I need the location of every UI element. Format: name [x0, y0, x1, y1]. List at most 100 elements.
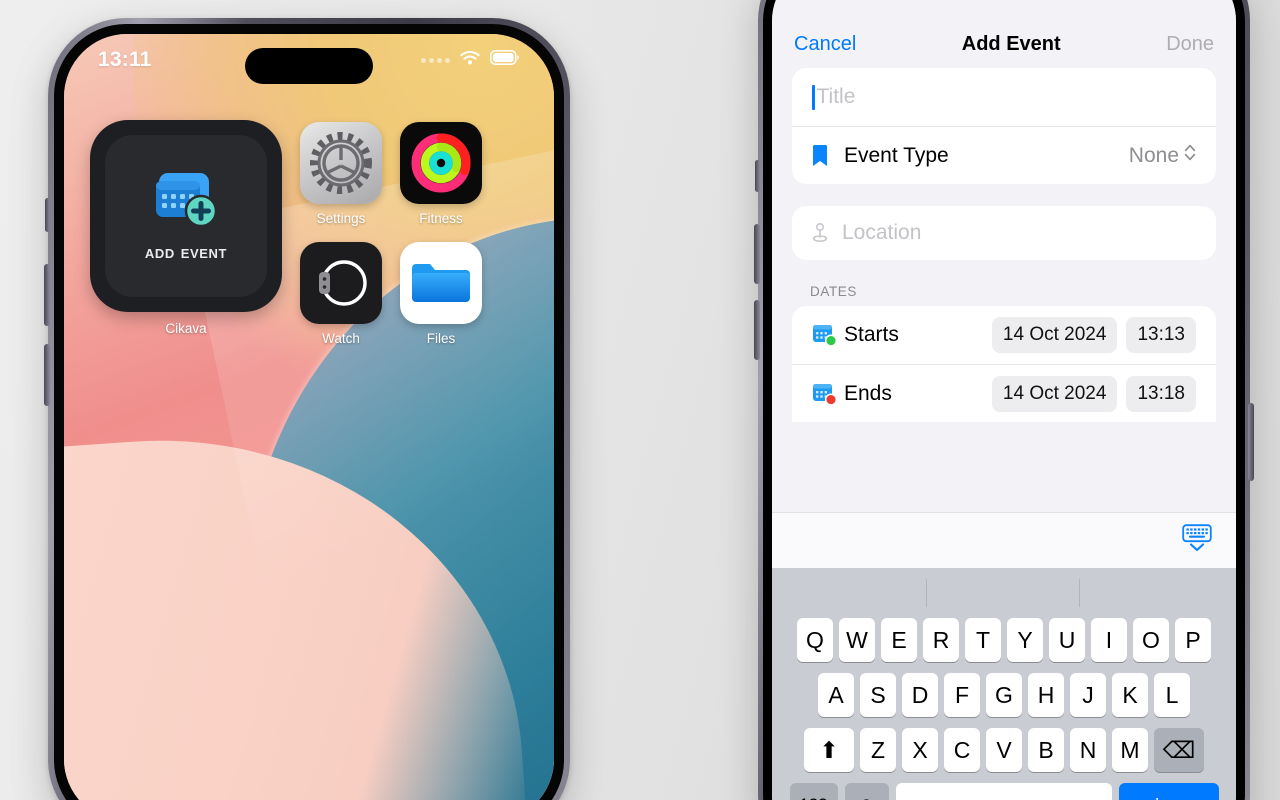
key-e[interactable]: E [881, 618, 917, 662]
numbers-key[interactable]: 123 [789, 783, 838, 800]
fitness-rings-icon [400, 122, 482, 204]
right-phone-bezel: Cancel Add Event Done Title Event Type N… [763, 0, 1245, 800]
dates-section-header: DATES [810, 284, 858, 299]
key-a[interactable]: A [818, 673, 854, 717]
starts-time-button[interactable]: 13:13 [1126, 317, 1196, 353]
keyboard-accessory-bar [772, 512, 1236, 568]
home-screen-grid: Add Event Cikava [64, 120, 554, 346]
event-type-value: None [1128, 143, 1179, 167]
widget-label: Add Event [144, 241, 228, 263]
key-u[interactable]: U [1049, 618, 1085, 662]
key-f[interactable]: F [944, 673, 980, 717]
starts-label: Starts [844, 323, 899, 346]
key-s[interactable]: S [860, 673, 896, 717]
shift-key[interactable]: ⬆ [804, 728, 854, 772]
app-files[interactable]: Files [400, 242, 482, 346]
key-i[interactable]: I [1091, 618, 1127, 662]
dates-card: Starts 14 Oct 2024 13:13 Ends 14 Oct 202… [792, 306, 1216, 422]
key-z[interactable]: Z [860, 728, 896, 772]
key-y[interactable]: Y [1007, 618, 1043, 662]
key-v[interactable]: V [986, 728, 1022, 772]
backspace-key[interactable]: ⌫ [1154, 728, 1204, 772]
settings-gear-icon [300, 122, 382, 204]
key-o[interactable]: O [1133, 618, 1169, 662]
keyboard-row-1: Q W E R T Y U I O P [776, 618, 1232, 662]
add-event-sheet: Cancel Add Event Done Title Event Type N… [772, 0, 1236, 800]
text-cursor [812, 84, 815, 110]
event-type-row[interactable]: Event Type None [792, 126, 1216, 184]
key-x[interactable]: X [902, 728, 938, 772]
volume-down-button-right[interactable] [754, 300, 760, 360]
silent-switch-left[interactable] [45, 198, 50, 232]
keyboard: Q W E R T Y U I O P A S D F G H J K L ⬆ … [772, 568, 1236, 800]
app-label: Fitness [419, 211, 463, 226]
bookmark-icon [812, 144, 838, 168]
ends-label: Ends [844, 381, 892, 405]
keyboard-row-3: ⬆ Z X C V B N M ⌫ [776, 728, 1232, 772]
event-type-label: Event Type [844, 143, 949, 167]
right-iphone-device: Cancel Add Event Done Title Event Type N… [754, 0, 1254, 800]
predictive-divider-1 [926, 579, 928, 607]
volume-up-button-right[interactable] [754, 224, 760, 284]
key-l[interactable]: L [1154, 673, 1190, 717]
dynamic-island [245, 48, 373, 84]
status-bar-time: 13:11 [98, 48, 152, 71]
location-input[interactable]: Location [842, 221, 921, 245]
location-pin-icon [810, 222, 836, 244]
starts-date-button[interactable]: 14 Oct 2024 [991, 317, 1118, 353]
app-label: Watch [322, 331, 360, 346]
key-k[interactable]: K [1112, 673, 1148, 717]
keyboard-row-2: A S D F G H J K L [776, 673, 1232, 717]
power-button-right[interactable] [1248, 403, 1254, 481]
keyboard-dismiss-icon[interactable] [1182, 524, 1212, 557]
title-input[interactable]: Title [817, 85, 856, 109]
predictive-bar [776, 568, 1232, 618]
key-p[interactable]: P [1175, 618, 1211, 662]
key-r[interactable]: R [923, 618, 959, 662]
calendar-end-icon [812, 382, 838, 406]
widget-cikava-container: Add Event Cikava [90, 120, 282, 336]
key-c[interactable]: C [944, 728, 980, 772]
app-label: Files [426, 331, 456, 346]
key-g[interactable]: G [986, 673, 1022, 717]
ends-row[interactable]: Ends 14 Oct 2024 13:18 [792, 364, 1216, 422]
key-t[interactable]: T [965, 618, 1001, 662]
wifi-icon [459, 50, 481, 71]
location-row[interactable]: Location [792, 206, 1216, 260]
calendar-start-icon [812, 323, 838, 347]
predictive-divider-2 [1079, 579, 1081, 607]
app-row-2: Watch Files [300, 242, 482, 346]
app-watch[interactable]: Watch [300, 242, 382, 346]
emoji-key[interactable]: ☺ [844, 783, 889, 800]
ends-date-button[interactable]: 14 Oct 2024 [991, 375, 1118, 412]
key-w[interactable]: W [839, 618, 875, 662]
title-row[interactable]: Title [792, 68, 1216, 126]
navigation-bar: Cancel Add Event Done [772, 0, 1236, 68]
done-key[interactable]: done [1118, 783, 1219, 800]
key-n[interactable]: N [1070, 728, 1106, 772]
ends-time-button[interactable]: 13:18 [1126, 375, 1196, 412]
app-fitness[interactable]: Fitness [400, 122, 482, 226]
key-m[interactable]: M [1112, 728, 1148, 772]
title-type-card: Title Event Type None [792, 68, 1216, 184]
key-h[interactable]: H [1028, 673, 1064, 717]
cancel-button[interactable]: Cancel [794, 33, 856, 56]
starts-row[interactable]: Starts 14 Oct 2024 13:13 [792, 306, 1216, 364]
left-phone-bezel: 13:11 add event Cikava Settings Fitness … [54, 24, 564, 800]
apple-watch-icon [300, 242, 382, 324]
key-j[interactable]: J [1070, 673, 1106, 717]
volume-down-button-left[interactable] [44, 344, 50, 406]
app-row-1: Settings Fitness [300, 122, 482, 226]
space-key[interactable]: space [895, 783, 1112, 800]
silent-switch-right[interactable] [755, 160, 760, 192]
key-b[interactable]: B [1028, 728, 1064, 772]
key-q[interactable]: Q [797, 618, 833, 662]
app-columns: Settings Fitness Watch Files [300, 120, 482, 346]
app-settings[interactable]: Settings [300, 122, 382, 226]
key-d[interactable]: D [902, 673, 938, 717]
done-button[interactable]: Done [1166, 33, 1214, 56]
widget-add-event[interactable]: Add Event [90, 120, 282, 312]
volume-up-button-left[interactable] [44, 264, 50, 326]
modal-top: Cancel Add Event Done [772, 0, 1236, 68]
event-type-value-group[interactable]: None [1129, 143, 1196, 168]
